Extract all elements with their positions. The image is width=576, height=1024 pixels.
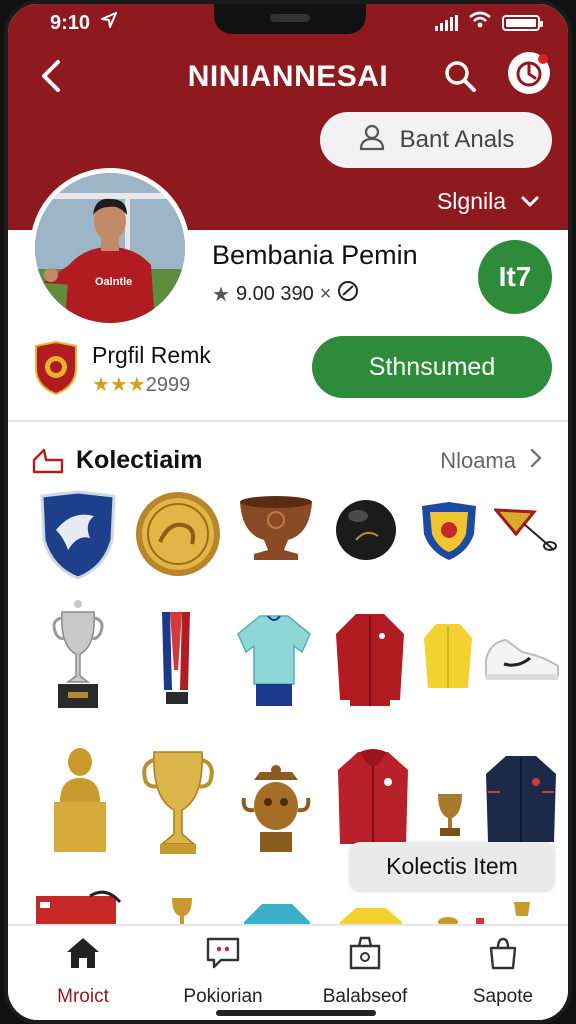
profile-stars: ★★★ bbox=[92, 374, 146, 396]
chevron-right-icon bbox=[530, 448, 542, 474]
home-indicator bbox=[216, 1010, 376, 1016]
profile-rating-row: ★★★2999 bbox=[92, 372, 190, 397]
level-badge: It7 bbox=[478, 240, 552, 314]
bottom-tab-bar: Mroict Pokiorian Balabseof Sapote bbox=[8, 924, 568, 1020]
gold-cup-item[interactable] bbox=[140, 748, 216, 863]
tab-collection[interactable]: Balabseof bbox=[294, 936, 436, 1016]
chat-icon bbox=[205, 936, 241, 976]
player-name: Bembania Pemin bbox=[212, 240, 418, 270]
location-icon bbox=[100, 11, 118, 35]
red-tracksuit-item[interactable] bbox=[332, 610, 408, 715]
search-icon[interactable] bbox=[442, 58, 478, 94]
user-icon bbox=[358, 123, 386, 158]
bag-icon bbox=[485, 936, 521, 976]
bronze-statue-item[interactable] bbox=[240, 762, 312, 863]
see-all-label: Nloama bbox=[440, 448, 516, 473]
section-divider bbox=[8, 420, 568, 422]
player-rating-row: ★ 9.00 390 × bbox=[212, 280, 359, 308]
crest-item[interactable] bbox=[418, 500, 480, 567]
filter-dropdown[interactable]: Slgnila bbox=[437, 188, 540, 215]
collection-item-tooltip: Kolectis Item bbox=[350, 842, 554, 890]
navy-jacket-item[interactable] bbox=[482, 752, 560, 851]
close-icon: × bbox=[319, 282, 332, 305]
tag-icon bbox=[32, 448, 64, 474]
chevron-down-icon bbox=[520, 188, 540, 215]
tab-label: Sapote bbox=[472, 986, 534, 1007]
profile-score: 2999 bbox=[145, 374, 191, 396]
collection-title: Kolectiaim bbox=[76, 446, 203, 474]
club-badge-item[interactable] bbox=[38, 490, 118, 585]
phone-screen: 9:10 NINIANNESAI Bant Anals Slgnila Oaln… bbox=[4, 0, 572, 1024]
home-icon bbox=[65, 936, 101, 976]
notification-dot bbox=[538, 54, 548, 64]
silver-trophy-item[interactable] bbox=[48, 598, 108, 719]
search-pill-button[interactable]: Bant Anals bbox=[320, 112, 552, 168]
gold-coin-item[interactable] bbox=[134, 490, 222, 583]
club-crest-icon bbox=[32, 340, 80, 396]
jersey-text: Oalntle bbox=[95, 276, 132, 288]
notification-button[interactable] bbox=[508, 52, 550, 94]
star-icon: ★ bbox=[212, 283, 230, 306]
box-icon bbox=[347, 936, 383, 976]
tab-messages[interactable]: Pokiorian bbox=[152, 936, 294, 1016]
wifi-icon bbox=[468, 11, 492, 35]
battery-icon bbox=[502, 15, 543, 31]
yellow-shirt-item[interactable] bbox=[422, 622, 474, 697]
bronze-bowl-item[interactable] bbox=[236, 494, 316, 569]
black-ball-item[interactable] bbox=[334, 498, 398, 567]
tab-label: Mroict bbox=[57, 986, 109, 1007]
player-rating: 9.00 390 bbox=[235, 282, 314, 305]
ball-icon[interactable] bbox=[337, 280, 359, 308]
dropdown-label: Slgnila bbox=[436, 188, 506, 214]
signal-icon bbox=[435, 15, 458, 31]
scarf-item[interactable] bbox=[156, 610, 196, 711]
sneaker-item[interactable] bbox=[482, 630, 562, 689]
tab-home[interactable]: Mroict bbox=[12, 936, 154, 1016]
nav-bar: NINIANNESAI bbox=[8, 52, 568, 100]
red-jacket-item[interactable] bbox=[332, 748, 414, 855]
status-time: 9:10 bbox=[50, 11, 91, 34]
status-bar: 9:10 bbox=[50, 10, 543, 36]
subscribe-button[interactable]: Sthnsumed bbox=[312, 336, 552, 398]
collection-see-all-link[interactable]: Nloama bbox=[440, 448, 542, 474]
gold-bust-item[interactable] bbox=[50, 744, 110, 861]
player-avatar[interactable]: Oalntle bbox=[30, 168, 190, 328]
profile-name: Prgfil Remk bbox=[92, 342, 211, 368]
page-title: NINIANNESAI bbox=[187, 60, 389, 93]
pennant-item[interactable] bbox=[492, 506, 560, 561]
tab-label: Balabseof bbox=[322, 986, 408, 1007]
search-pill-label: Bant Anals bbox=[399, 126, 515, 153]
tab-support[interactable]: Sapote bbox=[432, 936, 568, 1016]
tab-label: Pokiorian bbox=[183, 986, 263, 1007]
teal-jersey-item[interactable] bbox=[236, 612, 312, 713]
small-trophy-item[interactable] bbox=[432, 790, 468, 843]
